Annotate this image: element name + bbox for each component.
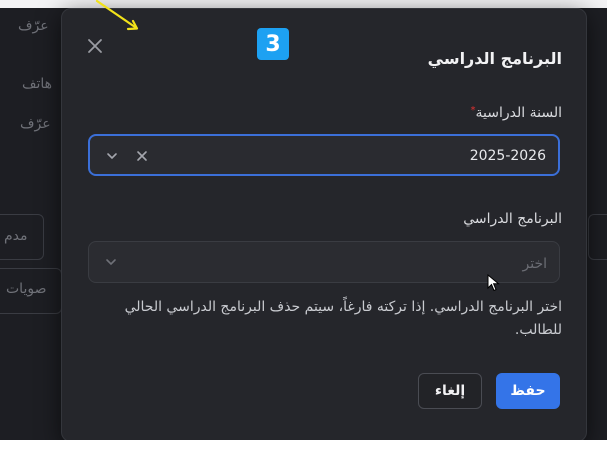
bg-button-3 [588, 214, 607, 260]
field-study-program-label: البرنامج الدراسي [463, 211, 562, 227]
academic-year-select[interactable]: 2025-2026 [88, 134, 560, 176]
bottom-strip [0, 440, 607, 454]
annotation-arrow-icon [95, 0, 139, 31]
study-program-placeholder: اختر [522, 256, 548, 272]
cancel-button[interactable]: إلغاء [418, 373, 482, 409]
modal-title: البرنامج الدراسي [427, 49, 562, 68]
bg-label-3: عرّف [20, 116, 51, 132]
field-academic-year-label: السنة الدراسية* [471, 105, 562, 121]
help-text: اختر البرنامج الدراسي. إذا تركته فارغاً،… [124, 299, 562, 338]
bg-label-2: هاتف [22, 76, 53, 92]
field-academic-year-label-text: السنة الدراسية [475, 105, 562, 121]
close-icon [88, 39, 102, 53]
bg-label-4: مدم [4, 228, 28, 244]
top-strip [0, 0, 607, 8]
step-badge: 3 [257, 28, 289, 60]
clear-icon[interactable] [134, 148, 150, 164]
bg-label-1: عرّف [18, 18, 49, 34]
mouse-cursor-icon [487, 274, 500, 292]
chevron-down-icon[interactable] [104, 148, 120, 164]
chevron-down-icon[interactable] [103, 254, 119, 270]
bg-label-5: صويات [6, 281, 47, 297]
modal-dialog: 3 البرنامج الدراسي السنة الدراسية* 2025-… [61, 8, 587, 442]
academic-year-value: 2025-2026 [469, 148, 546, 164]
save-button[interactable]: حفظ [496, 373, 560, 409]
